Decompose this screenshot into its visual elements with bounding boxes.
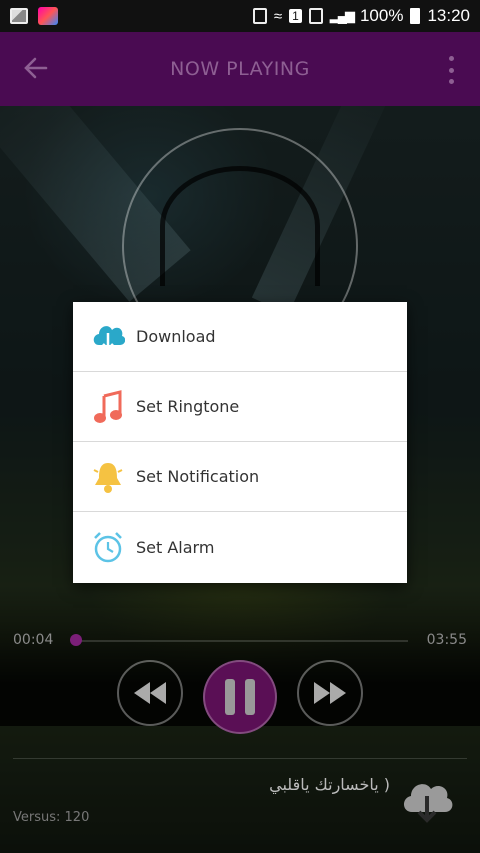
menu-item-label: Set Alarm [136, 537, 215, 557]
back-button[interactable] [22, 54, 54, 84]
seek-bar-thumb[interactable] [70, 634, 82, 646]
alarm-clock-icon [91, 530, 125, 564]
sync-icon [252, 8, 267, 24]
fast-forward-icon [314, 682, 346, 704]
cloud-download-icon [403, 784, 453, 823]
menu-item-download[interactable]: Download [73, 302, 407, 372]
fast-forward-button[interactable] [297, 660, 363, 726]
battery-icon [410, 8, 421, 24]
dot [448, 67, 454, 73]
battery-percent: 100% [359, 6, 404, 25]
status-left [10, 7, 58, 25]
status-bar: ≈ 1 ▂▄▆ 100% 13:20 [0, 0, 480, 32]
pause-icon [220, 679, 260, 715]
overflow-menu-button[interactable] [444, 56, 458, 84]
cloud-download-icon [91, 320, 125, 354]
gallery-notification-icon [10, 8, 28, 24]
page-title: NOW PLAYING [170, 58, 310, 80]
rewind-icon [134, 682, 166, 704]
divider [13, 758, 467, 759]
arrow-left-icon [24, 57, 48, 79]
menu-item-label: Download [136, 327, 216, 346]
menu-item-set-notification[interactable]: Set Notification [73, 442, 407, 512]
menu-item-label: Set Ringtone [136, 397, 240, 416]
app-notification-icon [38, 7, 58, 25]
pause-button[interactable] [203, 660, 277, 734]
music-note-icon [91, 389, 125, 424]
song-title: ( ياخسارتك ياقلبي [269, 775, 390, 794]
version-label: Versus: 120 [13, 810, 90, 825]
download-button[interactable] [398, 774, 456, 824]
wifi-icon: ≈ [273, 7, 283, 25]
signal-icon [308, 8, 323, 24]
menu-item-label: Set Notification [136, 467, 260, 486]
menu-item-set-ringtone[interactable]: Set Ringtone [73, 372, 407, 442]
dot [448, 56, 454, 61]
sim-badge: 1 [289, 9, 302, 23]
total-time: 03:55 [426, 632, 467, 648]
current-time: 00:04 [13, 632, 54, 648]
dot [448, 79, 454, 84]
album-disc-ring [160, 166, 320, 286]
options-dialog: Download Set Ringtone Set Notification S… [73, 302, 407, 583]
menu-item-set-alarm[interactable]: Set Alarm [73, 512, 407, 582]
app-bar: NOW PLAYING [0, 32, 480, 106]
signal-bars-icon: ▂▄▆ [329, 8, 355, 23]
bell-icon [91, 460, 125, 494]
rewind-button[interactable] [117, 660, 183, 726]
status-time: 13:20 [427, 6, 470, 25]
seek-bar[interactable] [74, 640, 408, 642]
status-right: ≈ 1 ▂▄▆ 100% 13:20 [252, 6, 470, 26]
